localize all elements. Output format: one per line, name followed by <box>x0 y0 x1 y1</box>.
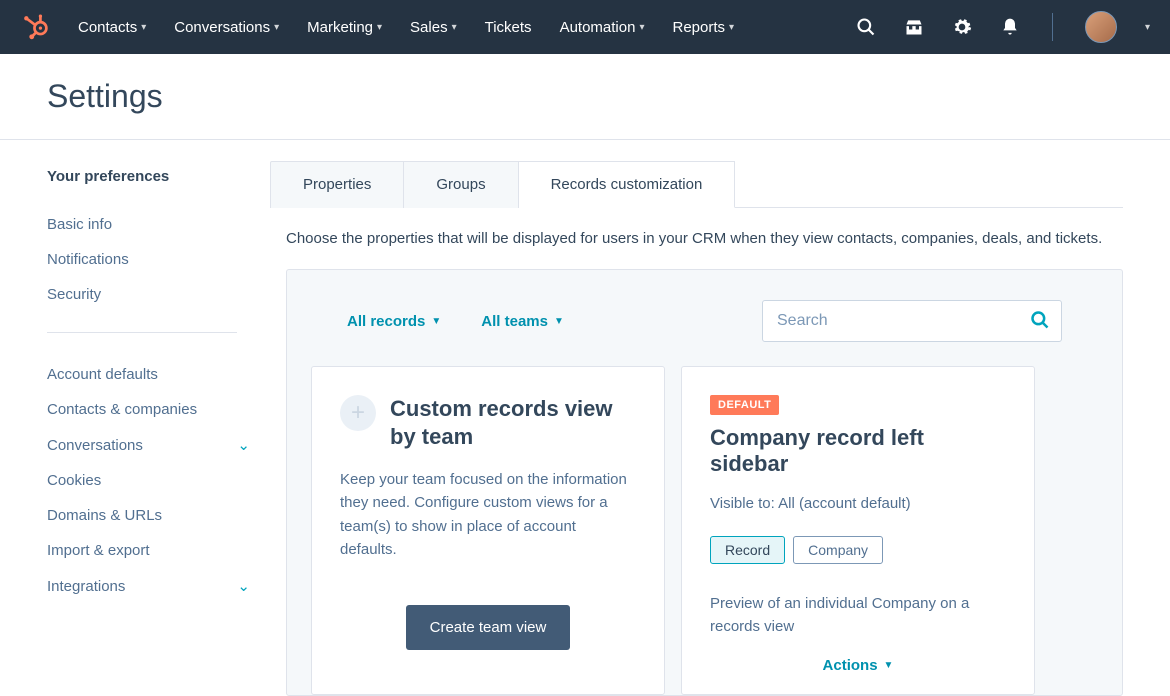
sprocket-icon <box>22 14 48 40</box>
hubspot-logo[interactable] <box>20 12 50 42</box>
top-nav: Contacts▾ Conversations▾ Marketing▾ Sale… <box>0 0 1170 54</box>
sidebar-item-import-export[interactable]: Import & export <box>47 533 250 568</box>
chevron-down-icon: ⌄ <box>237 577 250 595</box>
create-team-view-button[interactable]: Create team view <box>406 605 571 650</box>
settings-sidebar: Your preferences Basic info Notification… <box>0 140 270 696</box>
chevron-down-icon: ▾ <box>729 22 734 33</box>
chevron-down-icon: ▾ <box>274 22 279 33</box>
filter-teams[interactable]: All teams▼ <box>481 313 564 330</box>
tabs: Properties Groups Records customization <box>270 160 1123 208</box>
tab-description: Choose the properties that will be displ… <box>286 230 1123 247</box>
nav-tickets[interactable]: Tickets <box>485 19 532 36</box>
tab-records-customization[interactable]: Records customization <box>519 161 736 208</box>
card-company-sidebar: DEFAULT Company record left sidebar Visi… <box>681 366 1035 695</box>
sidebar-item-account-defaults[interactable]: Account defaults <box>47 357 250 392</box>
search-icon[interactable] <box>856 17 876 37</box>
chevron-down-icon: ▾ <box>377 22 382 33</box>
sidebar-item-cookies[interactable]: Cookies <box>47 463 250 498</box>
filters: All records▼ All teams▼ <box>347 313 564 330</box>
chevron-down-icon: ▾ <box>639 22 644 33</box>
sidebar-item-notifications[interactable]: Notifications <box>47 242 250 277</box>
sidebar-item-domains-urls[interactable]: Domains & URLs <box>47 498 250 533</box>
content: Properties Groups Records customization … <box>270 140 1170 696</box>
page-title: Settings <box>47 78 1170 115</box>
tab-groups[interactable]: Groups <box>404 161 518 208</box>
chevron-down-icon: ▾ <box>452 22 457 33</box>
tag-company: Company <box>793 536 883 564</box>
sidebar-item-security[interactable]: Security <box>47 277 250 312</box>
nav-automation[interactable]: Automation▾ <box>560 19 645 36</box>
card-title: Company record left sidebar <box>710 425 1006 477</box>
visible-to-text: Visible to: All (account default) <box>710 495 1006 512</box>
caret-down-icon: ▼ <box>554 316 564 327</box>
tab-properties[interactable]: Properties <box>270 161 404 208</box>
sidebar-item-basic-info[interactable]: Basic info <box>47 207 250 242</box>
default-badge: DEFAULT <box>710 395 779 415</box>
tag-record: Record <box>710 536 785 564</box>
plus-icon: + <box>340 395 376 431</box>
card-description: Keep your team focused on the informatio… <box>340 468 636 561</box>
nav-right: ▾ <box>856 11 1150 43</box>
caret-down-icon: ▼ <box>431 316 441 327</box>
nav-contacts[interactable]: Contacts▾ <box>78 19 146 36</box>
tag-row: Record Company <box>710 536 1006 564</box>
card-custom-view: + Custom records view by team Keep your … <box>311 366 665 695</box>
panel-toolbar: All records▼ All teams▼ <box>311 300 1098 342</box>
nav-conversations[interactable]: Conversations▾ <box>174 19 279 36</box>
gear-icon[interactable] <box>952 17 972 37</box>
card-title: Custom records view by team <box>390 395 636 450</box>
sidebar-item-integrations[interactable]: Integrations⌄ <box>47 568 250 604</box>
nav-reports[interactable]: Reports▾ <box>672 19 734 36</box>
sidebar-divider <box>47 332 237 333</box>
filter-records[interactable]: All records▼ <box>347 313 441 330</box>
chevron-down-icon[interactable]: ▾ <box>1145 22 1150 33</box>
nav-sales[interactable]: Sales▾ <box>410 19 457 36</box>
sidebar-item-conversations[interactable]: Conversations⌄ <box>47 427 250 463</box>
nav-items: Contacts▾ Conversations▾ Marketing▾ Sale… <box>78 19 856 36</box>
chevron-down-icon: ▾ <box>141 22 146 33</box>
search-wrap <box>762 300 1062 342</box>
search-icon[interactable] <box>1030 310 1050 330</box>
records-panel: All records▼ All teams▼ + Custom records… <box>286 269 1123 696</box>
page-header: Settings <box>0 54 1170 140</box>
bell-icon[interactable] <box>1000 17 1020 37</box>
sidebar-section-title: Your preferences <box>47 168 250 185</box>
caret-down-icon: ▼ <box>884 660 894 671</box>
main: Your preferences Basic info Notification… <box>0 140 1170 696</box>
cards: + Custom records view by team Keep your … <box>311 366 1098 695</box>
chevron-down-icon: ⌄ <box>237 436 250 454</box>
actions-button[interactable]: Actions▼ <box>710 657 1006 674</box>
marketplace-icon[interactable] <box>904 17 924 37</box>
preview-text: Preview of an individual Company on a re… <box>710 592 1006 639</box>
avatar[interactable] <box>1085 11 1117 43</box>
search-input[interactable] <box>762 300 1062 342</box>
sidebar-item-contacts-companies[interactable]: Contacts & companies <box>47 392 250 427</box>
nav-marketing[interactable]: Marketing▾ <box>307 19 382 36</box>
nav-divider <box>1052 13 1053 41</box>
